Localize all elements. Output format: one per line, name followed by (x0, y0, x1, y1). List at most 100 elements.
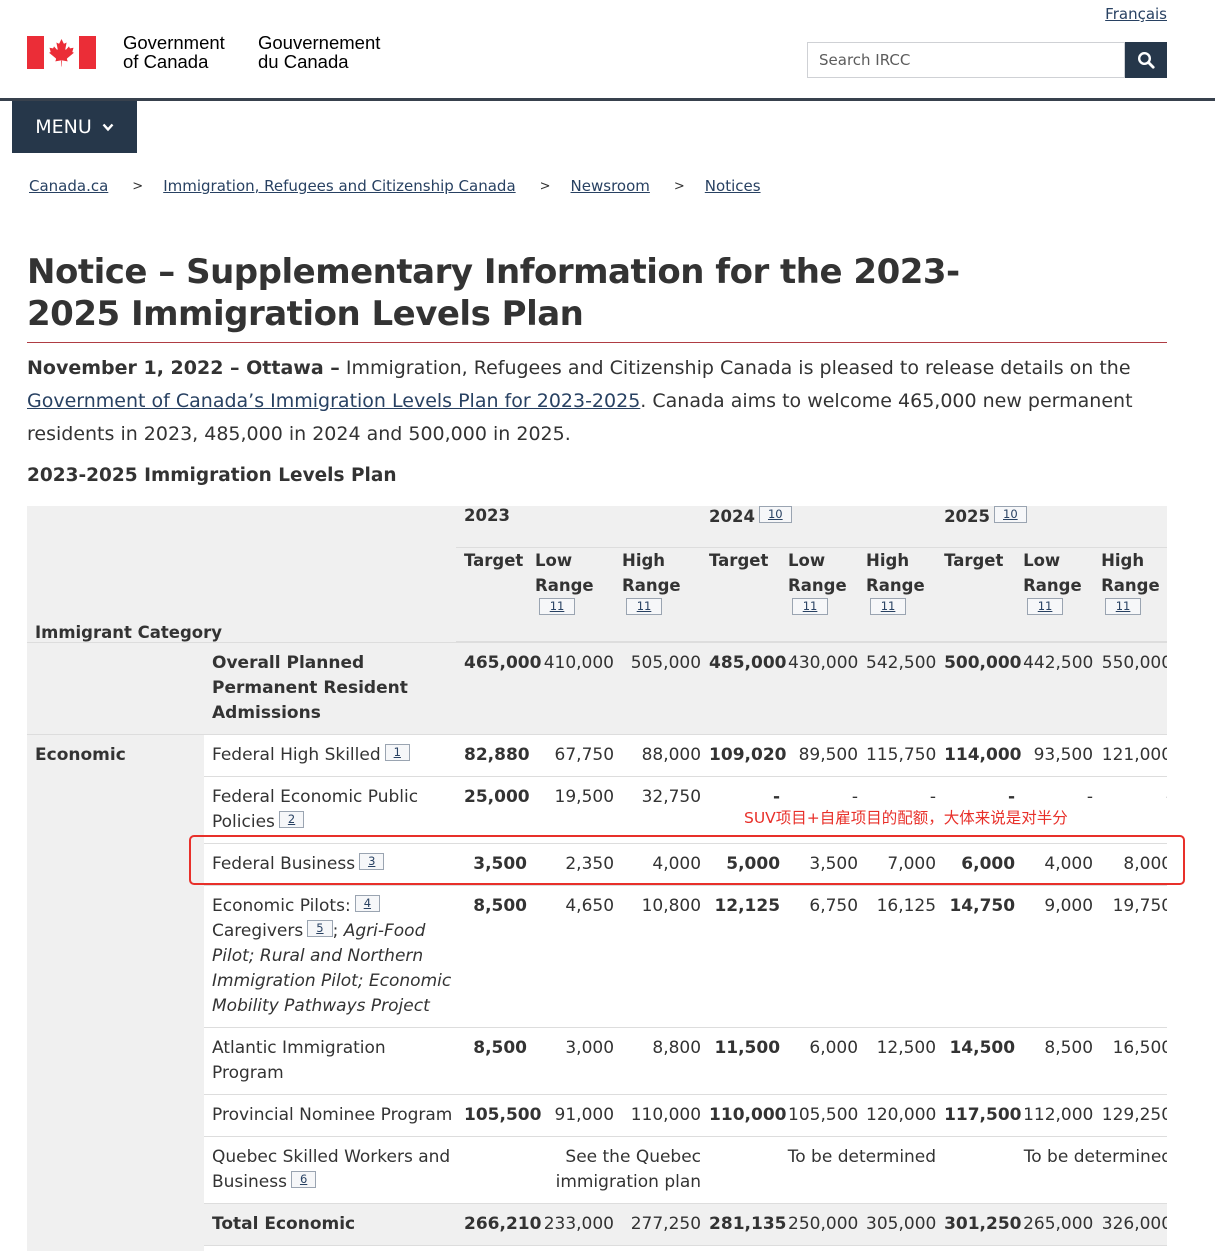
table-cell: 105,500 (456, 1094, 541, 1137)
table-cell: 550,000 (1093, 642, 1167, 735)
low-label: Low (1023, 551, 1061, 570)
table-cell: 10,800 (614, 885, 702, 1028)
table-row (27, 1245, 1167, 1251)
search-input[interactable] (807, 42, 1125, 78)
range-label: Range (788, 576, 847, 595)
row-label-text: Federal High Skilled (212, 744, 381, 765)
table-cell: 16,500 (1093, 1027, 1167, 1095)
annotation-note: SUV项目+自雇项目的配额，大体来说是对半分 (744, 809, 1068, 827)
table-cell: 120,000 (858, 1094, 936, 1137)
row-label-text: ; (332, 920, 344, 941)
low-range-header: Low Range 11 (1015, 547, 1094, 643)
table-cell: 277,250 (614, 1203, 702, 1246)
row-label-text: Quebec Skilled Workers and Business (212, 1146, 451, 1192)
row-label: Economic Pilots: 4 Caregivers 5; Agri-Food … (204, 885, 457, 1028)
intro-text-1: Immigration, Refugees and Citizenship Ca… (339, 357, 1131, 379)
year-2023: 2023 (464, 506, 510, 525)
table-cell: 11,500 (701, 1027, 781, 1095)
quebec-2024-note: To be determined (701, 1136, 937, 1204)
table-cell: 326,000 (1093, 1203, 1167, 1246)
table-cell: 32,750 (614, 776, 702, 844)
table-cell: 25,000 (456, 776, 530, 844)
table-cell (204, 1245, 1167, 1251)
breadcrumb-ircc[interactable]: Immigration, Refugees and Citizenship Ca… (163, 177, 515, 195)
year-header-2023: 2023 (456, 506, 702, 548)
signature-en-line1: Government (123, 32, 225, 53)
footnote-link[interactable]: 10 (994, 506, 1027, 523)
target-header: Target (701, 547, 781, 643)
footnote-link[interactable]: 11 (792, 598, 829, 615)
menu-button[interactable]: MENU (12, 101, 137, 153)
breadcrumb-separator: > (132, 178, 144, 194)
page-title: Notice – Supplementary Information for t… (27, 252, 960, 334)
row-label: Provincial Nominee Program (204, 1094, 457, 1137)
table-cell: 112,000 (1015, 1094, 1093, 1137)
signature-fr-line1: Gouvernement (258, 32, 381, 53)
table-cell: 9,000 (1015, 885, 1094, 1028)
government-of-canada-signature-en: Government of Canada (123, 33, 225, 71)
footnote-link[interactable]: 11 (1105, 598, 1142, 615)
footnote-link[interactable]: 1 (384, 743, 410, 761)
breadcrumb-separator: > (673, 178, 685, 194)
table-cell: 265,000 (1015, 1203, 1093, 1246)
table-cell: 89,500 (780, 734, 859, 777)
table-cell: 117,500 (936, 1094, 1022, 1137)
intro-paragraph: November 1, 2022 – Ottawa – Immigration,… (27, 352, 1167, 451)
footnote-link[interactable]: 11 (626, 598, 663, 615)
high-label: High (1101, 551, 1145, 570)
table-cell: 93,500 (1015, 734, 1094, 777)
range-label: Range (1101, 576, 1160, 595)
intro-dateline: November 1, 2022 – Ottawa – (27, 357, 340, 379)
high-label: High (866, 551, 910, 570)
levels-plan-link[interactable]: Government of Canada’s Immigration Level… (27, 390, 640, 412)
footnote-link[interactable]: 10 (758, 506, 792, 523)
search-button[interactable] (1125, 42, 1167, 78)
range-label: Range (535, 576, 594, 595)
language-toggle-link[interactable]: Français (1105, 5, 1167, 23)
table-cell: 8,500 (456, 885, 528, 1028)
row-label: Atlantic Immigration Program (204, 1027, 457, 1095)
footnote-link[interactable]: 11 (539, 598, 576, 615)
overall-label: Overall Planned Permanent Resident Admis… (204, 642, 457, 735)
government-of-canada-signature-fr: Gouvernement du Canada (258, 33, 380, 71)
year-header-2025: 2025 10 (936, 506, 1167, 548)
menu-label: MENU (35, 116, 92, 138)
year-2025: 2025 (944, 507, 990, 526)
search-form (807, 42, 1167, 78)
table-cell: 250,000 (780, 1203, 858, 1246)
breadcrumb-newsroom[interactable]: Newsroom (571, 177, 650, 195)
footnote-link[interactable]: 11 (870, 598, 907, 615)
breadcrumb-separator: > (539, 178, 551, 194)
annotation-highlight-box (189, 835, 1185, 885)
footnote-link[interactable]: 6 (290, 1170, 317, 1188)
table-cell: 12,125 (701, 885, 781, 1028)
low-range-header: Low Range 11 (527, 547, 615, 643)
breadcrumb-notices[interactable]: Notices (705, 177, 761, 195)
title-underline (27, 342, 1167, 343)
table-cell: 16,125 (858, 885, 937, 1028)
table-row: Economic Federal High Skilled 1 82,880 67… (27, 734, 1167, 1245)
table-cell: 3,000 (527, 1027, 615, 1095)
footnote-link[interactable]: 4 (354, 894, 381, 912)
footnote-link[interactable]: 2 (278, 810, 305, 828)
quebec-2023-note: See the Quebec immigration plan (456, 1136, 702, 1204)
table-cell: 109,020 (701, 734, 786, 777)
table-cell: 465,000 (456, 642, 541, 735)
table-cell: 110,000 (614, 1094, 702, 1137)
table-cell: 82,880 (456, 734, 530, 777)
table-cell: 110,000 (701, 1094, 786, 1137)
footnote-link[interactable]: 5 (307, 919, 333, 937)
breadcrumb-canada[interactable]: Canada.ca (29, 177, 108, 195)
row-label: Quebec Skilled Workers and Business 6 (204, 1136, 457, 1204)
target-header: Target (936, 547, 1016, 643)
high-range-header: High Range 11 (858, 547, 937, 643)
range-label: Range (622, 576, 681, 595)
table-cell (27, 1245, 204, 1251)
quebec-2025-note: To be determined (936, 1136, 1167, 1204)
footnote-link[interactable]: 11 (1027, 598, 1064, 615)
search-icon (1137, 51, 1155, 69)
table-cell: - (1093, 776, 1167, 844)
table-cell: 485,000 (701, 642, 786, 735)
table-cell: 500,000 (936, 642, 1022, 735)
table-cell: 301,250 (936, 1203, 1022, 1246)
